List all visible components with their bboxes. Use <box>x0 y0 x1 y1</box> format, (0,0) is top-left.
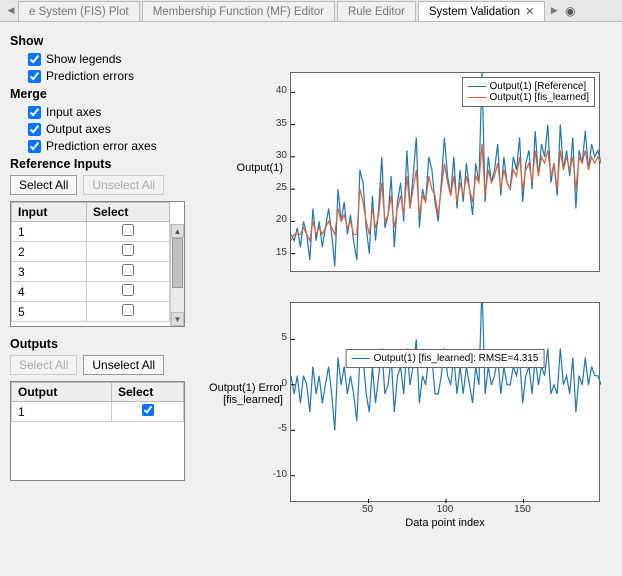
show-legends-checkbox[interactable] <box>28 53 41 66</box>
output-plot-ylabel: Output(1) <box>195 162 283 174</box>
prediction-error-axes-checkbox[interactable] <box>28 140 41 153</box>
outputs-col-select: Select <box>112 383 184 402</box>
table-row: 3 <box>12 262 170 282</box>
error-plot-xlabel: Data point index <box>290 517 600 529</box>
tab-system-validation[interactable]: System Validation ✕ <box>418 1 545 21</box>
input-2-select[interactable] <box>122 244 134 256</box>
output-1-select[interactable] <box>142 404 154 416</box>
table-row: 1 <box>12 402 184 422</box>
table-row: 2 <box>12 242 170 262</box>
error-plot: Output(1) Error [fis_learned] Output(1) … <box>195 302 622 532</box>
close-icon[interactable]: ✕ <box>525 5 534 18</box>
output-plot-legend: Output(1) [Reference] Output(1) [fis_lea… <box>462 77 596 107</box>
tab-label: e System (FIS) Plot <box>29 6 129 18</box>
output-axes-checkbox[interactable] <box>28 123 41 136</box>
show-section-title: Show <box>10 34 185 48</box>
error-plot-svg <box>291 303 601 503</box>
tab-label: Membership Function (MF) Editor <box>153 6 324 18</box>
prediction-error-axes-label: Prediction error axes <box>46 139 157 153</box>
output-axes-label: Output axes <box>46 122 111 136</box>
show-legends-label: Show legends <box>46 52 121 66</box>
input-4-select[interactable] <box>122 284 134 296</box>
tab-fis-plot[interactable]: e System (FIS) Plot <box>18 1 140 21</box>
input-3-select[interactable] <box>122 264 134 276</box>
error-plot-ylabel: Output(1) Error [fis_learned] <box>195 382 283 406</box>
inputs-scrollbar[interactable]: ▲▼ <box>170 224 184 326</box>
table-row: 1 <box>12 222 170 242</box>
inputs-col-select: Select <box>87 203 170 222</box>
input-axes-checkbox[interactable] <box>28 106 41 119</box>
inputs-col-input: Input <box>12 203 87 222</box>
outputs-title: Outputs <box>10 337 185 351</box>
table-row: 4 <box>12 282 170 302</box>
outputs-unselect-all-button[interactable]: Unselect All <box>83 355 164 375</box>
inputs-select-all-button[interactable]: Select All <box>10 175 77 195</box>
tab-rule-editor[interactable]: Rule Editor <box>337 1 416 21</box>
inputs-table: InputSelect 1 2 3 4 5 ▲▼ <box>10 201 185 327</box>
tab-mf-editor[interactable]: Membership Function (MF) Editor <box>142 1 335 21</box>
tab-label: System Validation <box>429 6 520 18</box>
input-5-select[interactable] <box>122 304 134 316</box>
tab-scroll-right[interactable]: ▶ <box>547 0 561 21</box>
error-plot-legend: Output(1) [fis_learned]: RMSE=4.315 <box>346 349 545 368</box>
plot-area: Output(1) Output(1) [Reference] Output(1… <box>195 22 622 576</box>
merge-section-title: Merge <box>10 87 185 101</box>
inputs-unselect-all-button: Unselect All <box>83 175 164 195</box>
tab-overflow-button[interactable]: ◉ <box>561 0 579 21</box>
reference-inputs-title: Reference Inputs <box>10 157 185 171</box>
input-1-select[interactable] <box>122 224 134 236</box>
input-axes-label: Input axes <box>46 105 101 119</box>
outputs-col-output: Output <box>12 383 112 402</box>
output-plot: Output(1) Output(1) [Reference] Output(1… <box>195 72 622 282</box>
outputs-table: OutputSelect 1 <box>10 381 185 481</box>
outputs-select-all-button: Select All <box>10 355 77 375</box>
table-row: 5 <box>12 302 170 322</box>
tab-label: Rule Editor <box>348 6 405 18</box>
tab-strip: ◀ e System (FIS) Plot Membership Functio… <box>0 0 622 22</box>
options-panel: Show Show legends Prediction errors Merg… <box>0 22 195 576</box>
prediction-errors-label: Prediction errors <box>46 69 134 83</box>
prediction-errors-checkbox[interactable] <box>28 70 41 83</box>
tab-scroll-left[interactable]: ◀ <box>4 0 18 21</box>
